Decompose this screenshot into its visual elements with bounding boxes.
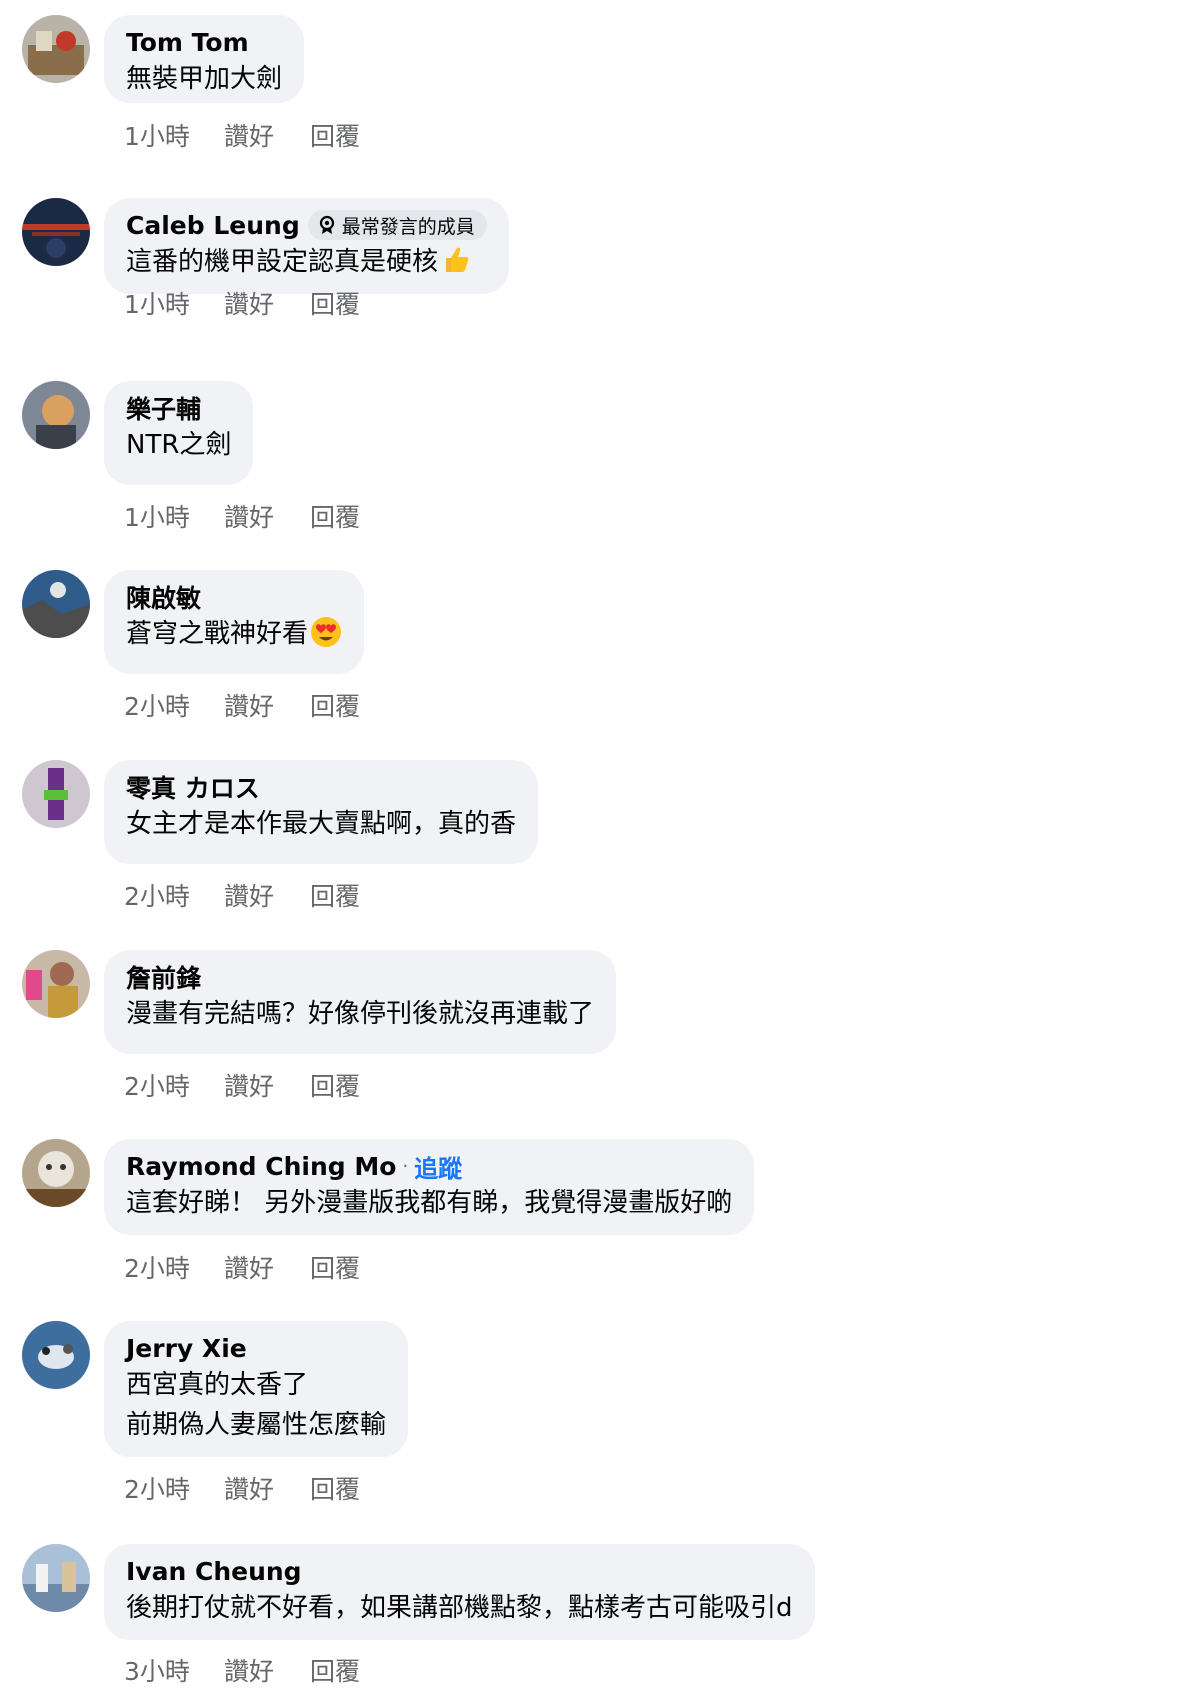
separator-dot: · xyxy=(402,1155,409,1177)
avatar[interactable] xyxy=(22,15,90,83)
badge-label: 最常發言的成員 xyxy=(341,215,475,238)
avatar[interactable] xyxy=(22,1544,90,1612)
reply-button[interactable]: 回覆 xyxy=(310,285,360,321)
comment-actions: 1小時 讚好 回覆 xyxy=(124,117,360,153)
badge-icon xyxy=(319,215,334,234)
like-button[interactable]: 讚好 xyxy=(224,877,310,913)
comment-actions: 2小時 讚好 回覆 xyxy=(124,877,360,913)
comment-text: 前期偽人妻屬性怎麼輸 xyxy=(126,1410,387,1440)
like-button[interactable]: 讚好 xyxy=(224,687,310,723)
reply-button[interactable]: 回覆 xyxy=(310,1470,360,1506)
comment-bubble: Ivan Cheung 後期打仗就不好看，如果講部機點黎，點樣考古可能吸引d xyxy=(104,1544,815,1640)
reply-button[interactable]: 回覆 xyxy=(310,1067,360,1103)
comment-timestamp[interactable]: 2小時 xyxy=(124,1470,224,1506)
comment-actions: 3小時 讚好 回覆 xyxy=(124,1652,360,1688)
commenter-name[interactable]: Raymond Ching Mo xyxy=(126,1152,396,1181)
comment-bubble: 陳啟敏 蒼穹之戰神好看 xyxy=(104,570,365,674)
comment-text: 女主才是本作最大賣點啊，真的香 xyxy=(126,809,517,839)
comment-actions: 2小時 讚好 回覆 xyxy=(124,687,360,723)
comment-actions: 1小時 讚好 回覆 xyxy=(124,285,360,321)
avatar[interactable] xyxy=(22,1321,90,1389)
comment-bubble: Tom Tom 無裝甲加大劍 xyxy=(104,15,305,103)
comment-timestamp[interactable]: 2小時 xyxy=(124,1249,224,1285)
comment-bubble: 樂子輔 NTR之劍 xyxy=(104,381,254,485)
comment-text: 漫畫有完結嗎？好像停刊後就沒再連載了 xyxy=(126,999,595,1029)
commenter-name[interactable]: 詹前鋒 xyxy=(126,959,201,995)
avatar[interactable] xyxy=(22,570,90,638)
avatar[interactable] xyxy=(22,760,90,828)
like-button[interactable]: 讚好 xyxy=(224,1067,310,1103)
avatar[interactable] xyxy=(22,950,90,1018)
like-button[interactable]: 讚好 xyxy=(224,1652,310,1688)
comment-text: 後期打仗就不好看，如果講部機點黎，點樣考古可能吸引d xyxy=(126,1593,793,1623)
comment-text-content: 蒼穹之戰神好看 xyxy=(126,619,309,649)
comment-timestamp[interactable]: 2小時 xyxy=(124,877,224,913)
reply-button[interactable]: 回覆 xyxy=(310,1249,360,1285)
comment-timestamp[interactable]: 3小時 xyxy=(124,1652,224,1688)
comment-timestamp[interactable]: 1小時 xyxy=(124,498,224,534)
comment-actions: 2小時 讚好 回覆 xyxy=(124,1067,360,1103)
follow-button[interactable]: 追蹤 xyxy=(414,1149,462,1184)
like-button[interactable]: 讚好 xyxy=(224,1249,310,1285)
comment-actions: 1小時 讚好 回覆 xyxy=(124,498,360,534)
comment-bubble: Jerry Xie 西宮真的太香了 前期偽人妻屬性怎麼輸 xyxy=(104,1321,409,1457)
comment-actions: 2小時 讚好 回覆 xyxy=(124,1470,360,1506)
comment-timestamp[interactable]: 1小時 xyxy=(124,285,224,321)
commenter-name[interactable]: 樂子輔 xyxy=(126,390,201,426)
comment-text: 無裝甲加大劍 xyxy=(126,64,283,94)
avatar[interactable] xyxy=(22,1139,90,1207)
comment-timestamp[interactable]: 2小時 xyxy=(124,687,224,723)
like-button[interactable]: 讚好 xyxy=(224,285,310,321)
thumbs-up-emoji-icon xyxy=(446,247,469,272)
comment-text: 這套好睇！ 另外漫畫版我都有睇，我覺得漫畫版好啲 xyxy=(126,1188,733,1218)
like-button[interactable]: 讚好 xyxy=(224,498,310,534)
comment-bubble: Caleb Leung 最常發言的成員 這番的機甲設定認真是硬核 xyxy=(104,198,509,294)
comment-text: 這番的機甲設定認真是硬核 xyxy=(126,242,487,282)
comment-actions: 2小時 讚好 回覆 xyxy=(124,1249,360,1285)
comment-text: NTR之劍 xyxy=(126,430,232,460)
like-button[interactable]: 讚好 xyxy=(224,1470,310,1506)
reply-button[interactable]: 回覆 xyxy=(310,498,360,534)
comment-timestamp[interactable]: 2小時 xyxy=(124,1067,224,1103)
reply-button[interactable]: 回覆 xyxy=(310,117,360,153)
comment-timestamp[interactable]: 1小時 xyxy=(124,117,224,153)
reply-button[interactable]: 回覆 xyxy=(310,877,360,913)
avatar[interactable] xyxy=(22,381,90,449)
comment-bubble: Raymond Ching Mo · 追蹤 這套好睇！ 另外漫畫版我都有睇，我覺… xyxy=(104,1139,755,1235)
reply-button[interactable]: 回覆 xyxy=(310,687,360,723)
heart-eyes-emoji-icon xyxy=(311,617,342,647)
reply-button[interactable]: 回覆 xyxy=(310,1652,360,1688)
comment-text: 西宮真的太香了 xyxy=(126,1370,309,1400)
commenter-name[interactable]: Ivan Cheung xyxy=(126,1557,302,1586)
commenter-name[interactable]: 零真 カロス xyxy=(126,769,260,805)
commenter-name[interactable]: Caleb Leung xyxy=(126,211,300,240)
comment-bubble: 詹前鋒 漫畫有完結嗎？好像停刊後就沒再連載了 xyxy=(104,950,617,1054)
commenter-name[interactable]: Tom Tom xyxy=(126,28,249,57)
commenter-name[interactable]: Jerry Xie xyxy=(126,1334,247,1363)
comment-text-content: 這番的機甲設定認真是硬核 xyxy=(126,247,439,277)
top-contributor-badge[interactable]: 最常發言的成員 xyxy=(307,210,487,240)
commenter-name[interactable]: 陳啟敏 xyxy=(126,579,201,615)
comment-text: 蒼穹之戰神好看 xyxy=(126,614,342,654)
comment-bubble: 零真 カロス 女主才是本作最大賣點啊，真的香 xyxy=(104,760,539,864)
avatar[interactable] xyxy=(22,198,90,266)
like-button[interactable]: 讚好 xyxy=(224,117,310,153)
